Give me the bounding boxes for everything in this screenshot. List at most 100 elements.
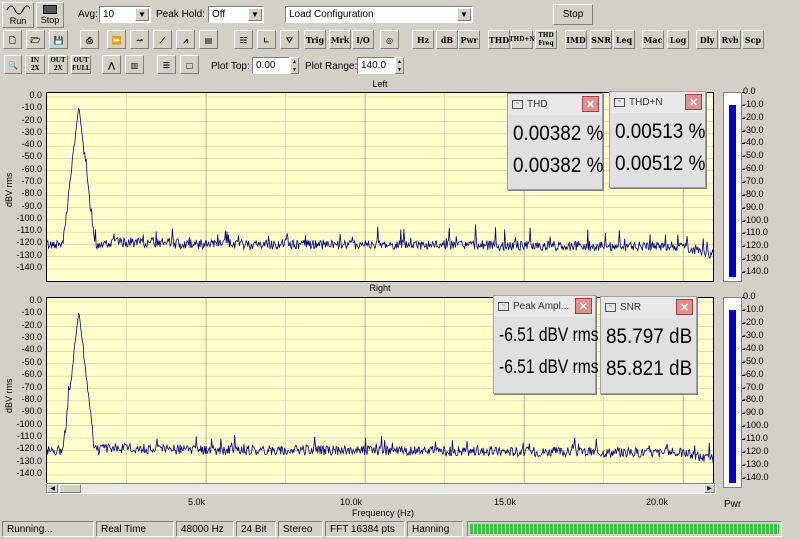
scroll-right-arrow[interactable]: ▶: [704, 484, 715, 493]
stop-label: Stop: [40, 15, 60, 25]
snr-window[interactable]: ~ SNR ✕ 85.797 dB 85.821 dB: [600, 296, 697, 394]
stop-toolbar-button[interactable]: Stop: [36, 2, 64, 28]
close-icon[interactable]: ✕: [575, 298, 592, 314]
open-folder-icon[interactable]: 🗁: [26, 30, 45, 49]
plot-top-input[interactable]: 0.00: [252, 57, 290, 74]
zoom-out-2x-button[interactable]: OUT 2X: [48, 55, 68, 74]
tool-button-scp[interactable]: Scp: [742, 30, 764, 49]
meter-tick-label: -60.0: [743, 163, 764, 174]
table-icon[interactable]: ☷: [234, 30, 253, 49]
tool-button-i-o[interactable]: I/O: [352, 30, 374, 49]
run-button[interactable]: Run: [2, 2, 34, 28]
avg-label: Avg:: [78, 9, 98, 20]
bars-icon[interactable]: ▥: [125, 55, 144, 74]
chevron-down-icon[interactable]: ▼: [248, 8, 262, 21]
close-icon[interactable]: ✕: [685, 94, 702, 110]
close-icon[interactable]: ✕: [582, 96, 599, 112]
avg-select[interactable]: 10 ▼: [99, 6, 151, 23]
y-tick-label: -130.0: [16, 249, 42, 260]
meter-tick-label: -80.0: [743, 188, 764, 199]
tool-button-pwr[interactable]: Pwr: [458, 30, 480, 49]
meter-bar-left: [729, 105, 736, 277]
meter-tick-mark: [742, 259, 745, 261]
zoom-out-full-button[interactable]: OUT FULL: [71, 55, 91, 74]
zoom-in-2x-button[interactable]: IN 2X: [25, 55, 45, 74]
tool-button-log[interactable]: Log: [667, 30, 689, 49]
peak-hold-label: Peak Hold:: [156, 9, 205, 20]
tool-button-snr[interactable]: SNR: [590, 30, 612, 49]
sine-wave-icon: [6, 5, 30, 15]
sweep-icon[interactable]: ↝: [130, 30, 149, 49]
generator-sine-icon[interactable]: ◎: [380, 30, 399, 49]
ramp-icon[interactable]: ⟋: [153, 30, 172, 49]
meter-tick-label: -20.0: [743, 111, 764, 122]
tool-button-mac[interactable]: Mac: [642, 30, 664, 49]
plot-range-spinner[interactable]: ▲ ▼: [395, 57, 404, 74]
save-icon[interactable]: 💾: [49, 30, 68, 49]
window-icon: ~: [512, 100, 523, 109]
stop-button[interactable]: Stop: [553, 4, 593, 25]
tool-button-leq[interactable]: Leq: [613, 30, 635, 49]
meter-tick-mark: [742, 233, 745, 235]
meter-tick-mark: [742, 322, 745, 324]
tool-button-thd-n[interactable]: THD+N: [509, 30, 535, 49]
meter-tick-mark: [742, 220, 745, 222]
window-title: THD+N: [629, 97, 663, 108]
spectrum-icon[interactable]: ▤: [199, 30, 218, 49]
generator-icon[interactable]: ⛛: [280, 30, 299, 49]
peak-amplitude-window[interactable]: ~ Peak Ampl... ✕ -6.51 dBV rms -6.51 dBV …: [493, 295, 599, 394]
thd-value-right: 0.00382 %: [513, 154, 604, 177]
configuration-select[interactable]: Load Configuration ▼: [285, 6, 473, 23]
y-tick-label: -120.0: [16, 237, 42, 248]
close-icon[interactable]: ✕: [676, 299, 693, 315]
window-title: Peak Ampl...: [513, 301, 570, 312]
tool-button-mrk[interactable]: Mrk: [329, 30, 351, 49]
window-title: SNR: [620, 302, 642, 313]
tool-button-trig[interactable]: Trig: [304, 30, 326, 49]
y-tick-label: -50.0: [21, 151, 42, 162]
plot-top-label: Plot Top:: [211, 61, 250, 72]
y-tick-label: -70.0: [21, 176, 42, 186]
level-meter-left: [723, 92, 742, 282]
window-title: THD: [527, 99, 548, 110]
play-forward-icon[interactable]: ⏩: [107, 30, 126, 49]
tool-button-hz[interactable]: Hz: [412, 30, 434, 49]
tool-button-dly[interactable]: Dly: [696, 30, 718, 49]
scroll-thumb[interactable]: [59, 484, 81, 493]
meter-tick-mark: [742, 246, 745, 248]
frame-icon[interactable]: ▢: [180, 55, 199, 74]
meter-tick-label: -90.0: [743, 407, 764, 418]
y-tick-label: -50.0: [21, 356, 42, 367]
new-file-icon[interactable]: 🗋: [3, 30, 22, 49]
list-icon[interactable]: ☰: [157, 55, 176, 74]
meter-tick-label: 0.0: [743, 86, 756, 96]
print-icon[interactable]: ⎙: [80, 30, 99, 49]
meter-tick-mark: [742, 207, 745, 209]
meter-tick-label: 0.0: [743, 291, 756, 301]
thd-window[interactable]: ~ THD ✕ 0.00382 % 0.00382 %: [507, 93, 603, 190]
tool-button-thd[interactable]: THD: [488, 30, 510, 49]
zoom-magnifier-icon[interactable]: 🔍: [4, 55, 22, 74]
scroll-left-arrow[interactable]: ◀: [47, 484, 58, 493]
meter-tick-mark: [742, 387, 745, 389]
axis-icon[interactable]: ∟: [257, 30, 276, 49]
horizontal-scrollbar[interactable]: ◀ ▶: [46, 483, 716, 494]
plot-title-right: Right: [369, 283, 391, 293]
y-tick-label: -60.0: [21, 163, 42, 174]
meter-tick-label: -40.0: [743, 137, 764, 148]
tool-button-imd[interactable]: IMD: [565, 30, 587, 49]
tool-button-thd-freq[interactable]: THD Freq: [535, 30, 557, 49]
chevron-down-icon[interactable]: ▼: [457, 8, 471, 21]
peak-hold-select[interactable]: Off ▼: [208, 6, 264, 23]
meter-tick-label: -140.0: [743, 472, 769, 482]
tone-icon[interactable]: ⩘: [176, 30, 195, 49]
status-fft: FFT 16384 pts: [325, 521, 405, 537]
plot-range-input[interactable]: 140.0: [357, 57, 395, 74]
thdn-window[interactable]: ~ THD+N ✕ 0.00513 % 0.00512 %: [609, 91, 706, 188]
y-tick-label: -60.0: [21, 369, 42, 380]
tool-button-rvb[interactable]: Rvb: [719, 30, 741, 49]
peak-icon[interactable]: ⋀: [102, 55, 121, 74]
tool-button-db[interactable]: dB: [436, 30, 458, 49]
chevron-down-icon[interactable]: ▼: [135, 8, 149, 21]
plot-top-spinner[interactable]: ▲ ▼: [290, 57, 299, 74]
